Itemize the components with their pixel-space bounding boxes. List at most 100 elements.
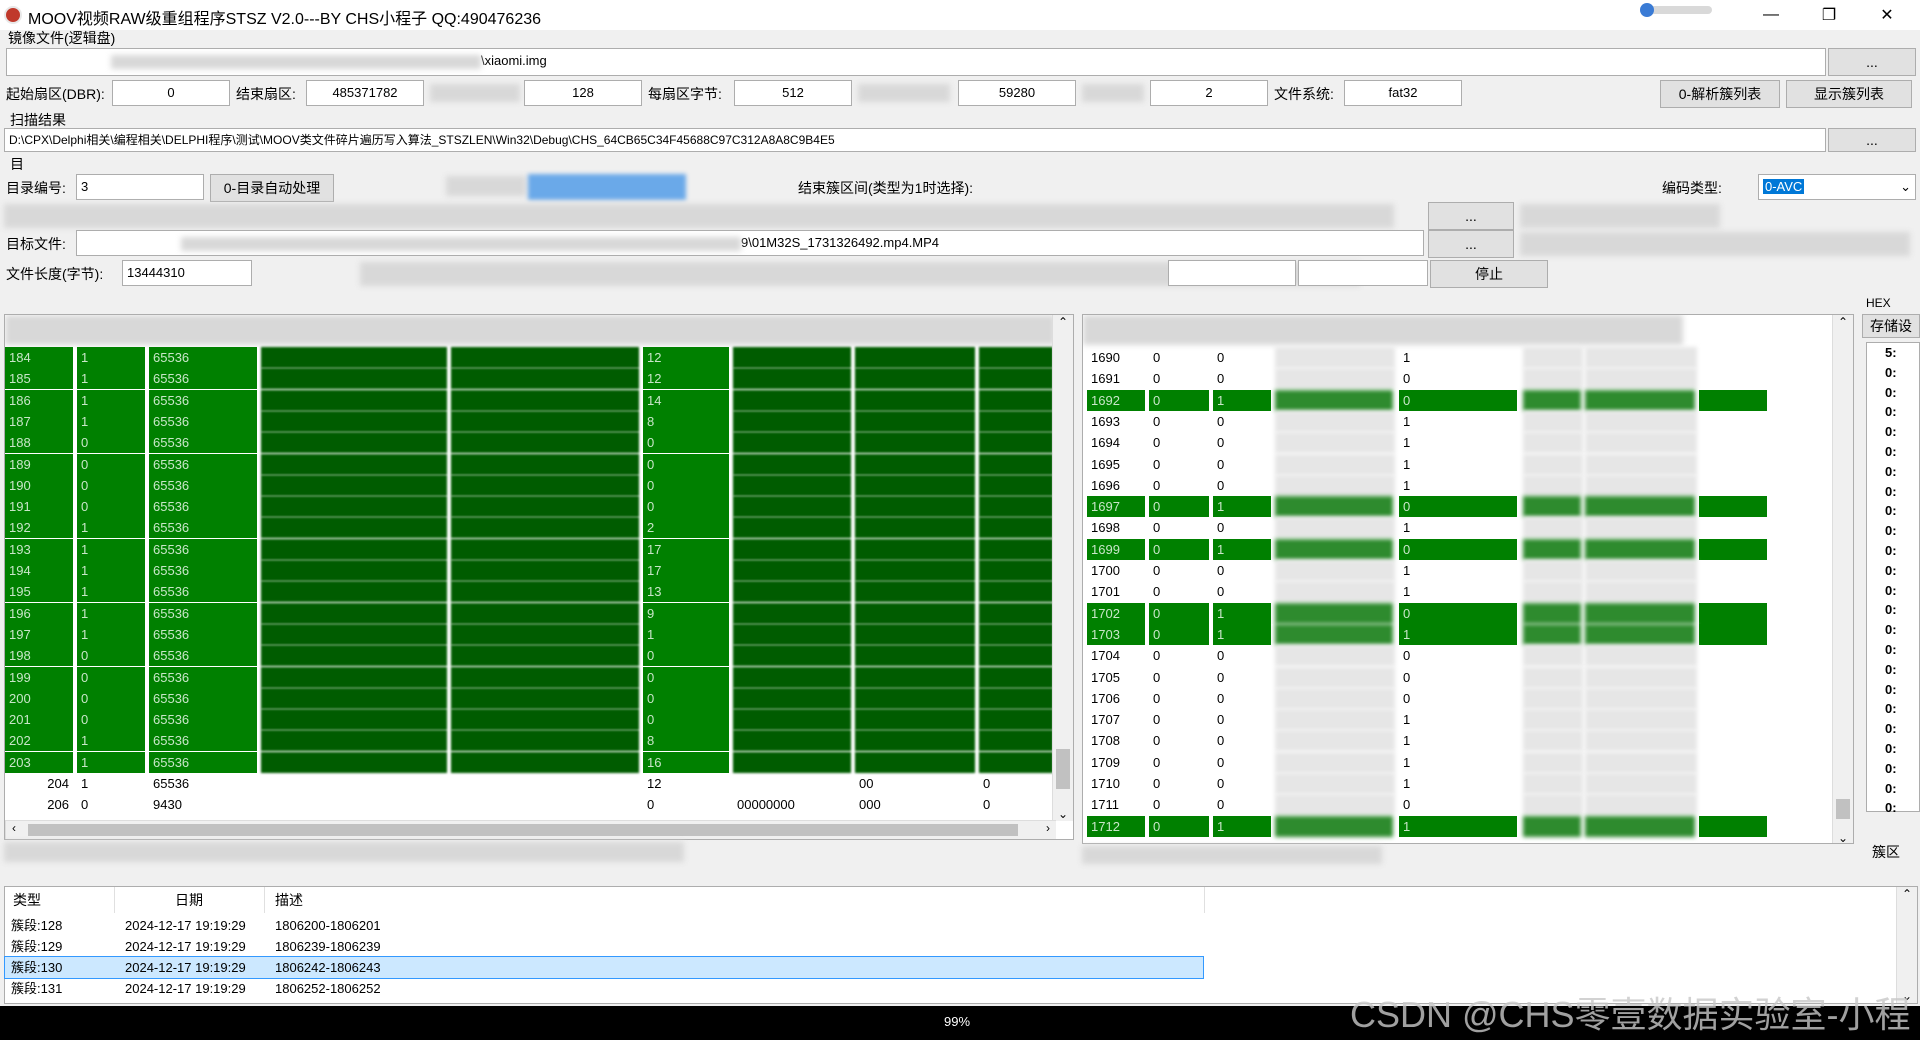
table-row[interactable]: 1702 0 1 0: [1083, 602, 1769, 624]
scroll-left-icon[interactable]: ‹: [12, 821, 16, 835]
table-row[interactable]: 1705 0 0 0: [1083, 666, 1697, 688]
log-row[interactable]: 簇段:129 2024-12-17 19:19:29 1806239-1806239: [5, 936, 1203, 957]
table-row[interactable]: 204 1 65536 12 00 0: [5, 773, 1055, 794]
table-row[interactable]: 200 0 65536 0: [5, 687, 1055, 709]
scroll-up-icon[interactable]: ⌃: [1053, 315, 1073, 329]
table-row[interactable]: 1694 0 0 1: [1083, 432, 1697, 454]
blank-field-2[interactable]: [1298, 260, 1428, 286]
table-row[interactable]: 184 1 65536 12: [5, 347, 1055, 368]
table-row[interactable]: 185 1 65536 12: [5, 368, 1055, 390]
param6-field[interactable]: 2: [1150, 80, 1268, 106]
table-row[interactable]: 192 1 65536 2: [5, 517, 1055, 539]
table-row[interactable]: 196 1 65536 9: [5, 602, 1055, 624]
table-row[interactable]: 194 1 65536 17: [5, 560, 1055, 581]
table-row[interactable]: 191 0 65536 0: [5, 496, 1055, 518]
table-row[interactable]: 193 1 65536 17: [5, 538, 1055, 560]
table-row[interactable]: 1710 0 0 1: [1083, 773, 1697, 794]
table-row[interactable]: 1698 0 0 1: [1083, 517, 1697, 539]
table-row[interactable]: 197 1 65536 1: [5, 623, 1055, 645]
table-row[interactable]: 1690 0 0 1: [1083, 347, 1697, 368]
file-length-field[interactable]: 13444310: [122, 260, 252, 286]
table-row[interactable]: 199 0 65536 0: [5, 666, 1055, 688]
minimize-button[interactable]: —: [1748, 0, 1794, 30]
table-row[interactable]: 1695 0 0 1: [1083, 453, 1697, 475]
parse-cluster-button[interactable]: 0-解析簇列表: [1660, 80, 1780, 108]
image-path-field[interactable]: \xiaomi.img: [6, 48, 1826, 76]
log-header-type[interactable]: 类型: [5, 887, 115, 913]
table-row[interactable]: 188 0 65536 0: [5, 432, 1055, 454]
table-cell: [1699, 709, 1769, 730]
table-row[interactable]: 187 1 65536 8: [5, 410, 1055, 432]
table-row[interactable]: 1697 0 1 0: [1083, 496, 1769, 518]
close-button[interactable]: ✕: [1864, 0, 1910, 30]
table-row[interactable]: 1704 0 0 0: [1083, 645, 1697, 667]
browse-button-3[interactable]: ...: [1428, 230, 1514, 258]
left-cluster-grid[interactable]: 184 1 65536 12 185 1 65536 12 186 1 65536 14 187 1 655…: [4, 314, 1074, 840]
table-row[interactable]: 1700 0 0 1: [1083, 560, 1697, 581]
log-row[interactable]: 簇段:128 2024-12-17 19:19:29 1806200-1806201: [5, 915, 1203, 936]
slider[interactable]: [1640, 3, 1712, 17]
bytes-per-sector-field[interactable]: 512: [734, 80, 852, 106]
table-row[interactable]: 202 1 65536 8: [5, 730, 1055, 752]
table-row[interactable]: 190 0 65536 0: [5, 474, 1055, 496]
right-cluster-grid[interactable]: 1690 0 0 1 1691 0 0 0 1692 0 1 0 1693 0 0 1 1694 0 0 1 1695 0…: [1082, 314, 1854, 844]
scan-browse-button[interactable]: ...: [1828, 128, 1916, 152]
right-scroll-thumb[interactable]: [1836, 799, 1850, 819]
table-row[interactable]: 1711 0 0 0: [1083, 794, 1697, 816]
log-header-date[interactable]: 日期: [115, 887, 265, 913]
param5-field[interactable]: 59280: [958, 80, 1076, 106]
table-row[interactable]: 186 1 65536 14: [5, 389, 1055, 411]
maximize-button[interactable]: ❐: [1806, 0, 1852, 30]
image-browse-button[interactable]: ...: [1828, 48, 1916, 76]
scroll-down-icon[interactable]: ⌄: [1833, 831, 1853, 843]
table-row[interactable]: 1703 0 1 1: [1083, 623, 1769, 645]
table-row[interactable]: 1691 0 0 0: [1083, 368, 1697, 390]
table-row[interactable]: 201 0 65536 0: [5, 709, 1055, 731]
table-row[interactable]: 189 0 65536 0: [5, 453, 1055, 475]
param3-field[interactable]: 128: [524, 80, 642, 106]
show-cluster-button[interactable]: 显示簇列表: [1786, 80, 1912, 108]
browse-button-2[interactable]: ...: [1428, 202, 1514, 230]
stop-button[interactable]: 停止: [1430, 260, 1548, 288]
end-sector-field[interactable]: 485371782: [306, 80, 424, 106]
left-vscrollbar[interactable]: ⌃ ⌄: [1052, 315, 1073, 821]
table-row[interactable]: 1709 0 0 1: [1083, 751, 1697, 773]
table-row[interactable]: 195 1 65536 13: [5, 581, 1055, 603]
target-file-field[interactable]: 9\01M32S_1731326492.mp4.MP4: [76, 230, 1424, 256]
left-scroll-thumb[interactable]: [1056, 749, 1070, 789]
table-row[interactable]: 1692 0 1 0: [1083, 389, 1769, 411]
slider-thumb[interactable]: [1640, 3, 1654, 17]
encode-type-select[interactable]: 0-AVC ⌄: [1758, 174, 1916, 200]
dir-no-field[interactable]: 3: [76, 174, 204, 200]
scan-path-field[interactable]: D:\CPX\Delphi相关\编程相关\DELPHI程序\测试\MOOV类文件…: [4, 128, 1826, 152]
auto-process-button[interactable]: 0-目录自动处理: [210, 174, 334, 202]
scroll-right-icon[interactable]: ›: [1046, 821, 1050, 835]
log-header-desc[interactable]: 描述: [265, 887, 1205, 913]
left-hscroll-thumb[interactable]: [28, 824, 1018, 836]
scroll-up-icon[interactable]: ⌃: [1897, 887, 1917, 901]
blank-field-1[interactable]: [1168, 260, 1296, 286]
store-button[interactable]: 存储设: [1862, 314, 1920, 338]
scroll-down-icon[interactable]: ⌄: [1053, 807, 1073, 821]
table-row[interactable]: 198 0 65536 0: [5, 645, 1055, 667]
table-row[interactable]: 203 1 65536 16: [5, 751, 1055, 773]
table-row[interactable]: 1706 0 0 0: [1083, 687, 1697, 709]
table-cell: 0: [1217, 456, 1225, 472]
start-sector-field[interactable]: 0: [112, 80, 230, 106]
hex-column[interactable]: 5: 0: 0: 0: 0: 0: 0: 0: 0: 0: 0: 0: 0: 0: 0: 0: 0: 0: 0: 0:…: [1866, 342, 1920, 815]
table-row[interactable]: 1707 0 0 1: [1083, 709, 1697, 731]
log-row[interactable]: 簇段:130 2024-12-17 19:19:29 1806242-1806243: [4, 956, 1204, 979]
table-row[interactable]: 206 0 9430 0 00000000 000 0: [5, 794, 1055, 815]
log-row[interactable]: 簇段:131 2024-12-17 19:19:29 1806252-1806252: [5, 978, 1203, 999]
table-row[interactable]: 1699 0 1 0: [1083, 538, 1769, 560]
redacted-dropdown[interactable]: [528, 174, 686, 200]
table-row[interactable]: 1708 0 0 1: [1083, 730, 1697, 752]
left-hscrollbar[interactable]: ‹ ›: [5, 820, 1056, 839]
scroll-up-icon[interactable]: ⌃: [1833, 315, 1853, 329]
table-row[interactable]: 1712 0 1 1: [1083, 815, 1769, 837]
fs-field[interactable]: fat32: [1344, 80, 1462, 106]
table-row[interactable]: 1696 0 0 1: [1083, 474, 1697, 496]
table-row[interactable]: 1701 0 0 1: [1083, 581, 1697, 603]
table-row[interactable]: 1693 0 0 1: [1083, 410, 1697, 432]
right-vscrollbar[interactable]: ⌃ ⌄: [1832, 315, 1853, 843]
